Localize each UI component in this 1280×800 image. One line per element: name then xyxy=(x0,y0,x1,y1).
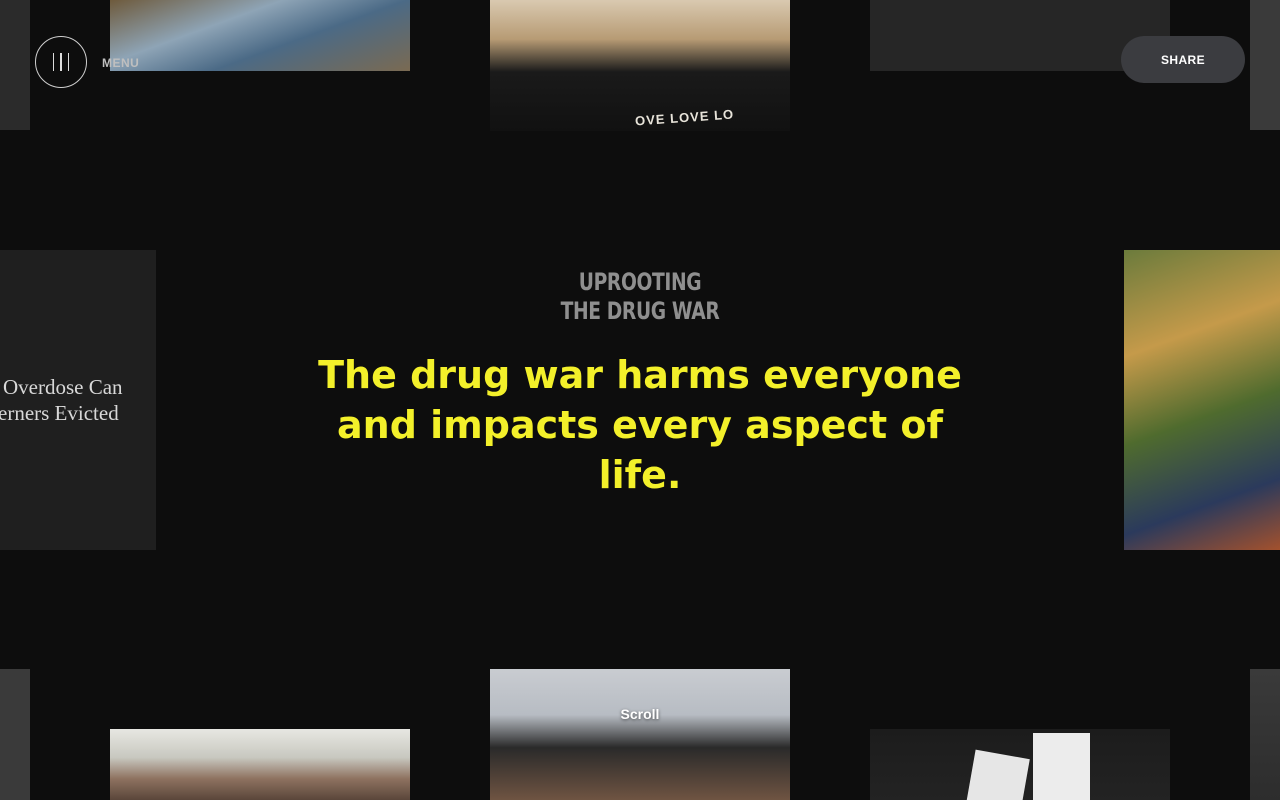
menu-icon-line xyxy=(52,53,55,71)
collage-photo-man-black-tshirt: OVE LOVE LO xyxy=(490,0,790,131)
collage-article-tile-left: Overdose Can erners Evicted xyxy=(0,250,156,550)
logo-line-2: THE DRUG WAR xyxy=(560,297,720,325)
collage-photo-papers-dark xyxy=(870,729,1170,800)
site-logo[interactable]: UPROOTING THE DRUG WAR xyxy=(141,268,1139,326)
collage-photo-woman-blue-top xyxy=(110,0,410,71)
scroll-indicator[interactable]: Scroll xyxy=(0,706,1280,722)
menu-label[interactable]: MENU xyxy=(102,56,139,70)
hero-headline: The drug war harms everyone and impacts … xyxy=(318,353,962,497)
collage-tile-top-right-edge xyxy=(1250,0,1280,130)
paper-sheet-1 xyxy=(965,749,1030,800)
paper-sheet-2 xyxy=(1033,733,1090,800)
article-title-line-1: Overdose Can xyxy=(3,375,123,399)
collage-tile-bottom-left-edge xyxy=(0,669,30,800)
collage-photo-radio-host xyxy=(490,669,790,800)
article-title-line-2: erners Evicted xyxy=(0,401,119,425)
collage-tile-top-left-edge xyxy=(0,0,30,130)
collage-tile-bottom-right-edge xyxy=(1250,669,1280,800)
collage-photo-man-window xyxy=(110,729,410,800)
logo-line-1: UPROOTING xyxy=(578,268,702,296)
share-button[interactable]: SHARE xyxy=(1121,36,1245,83)
menu-icon-line xyxy=(67,53,70,71)
menu-button[interactable] xyxy=(35,36,87,88)
menu-icon-line xyxy=(60,53,62,71)
collage-photo-woman-autumn xyxy=(1124,250,1280,550)
shirt-print-text: OVE LOVE LO xyxy=(634,106,735,129)
